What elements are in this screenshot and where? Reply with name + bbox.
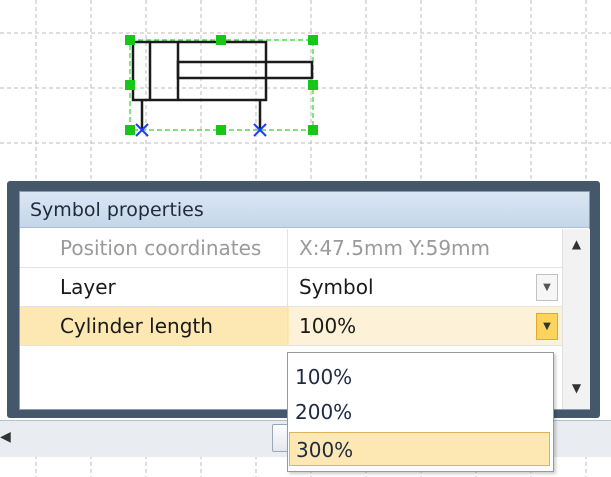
handle-icon	[308, 125, 318, 135]
property-value: X:47.5mm Y:59mm	[299, 236, 491, 260]
left-arrow-icon[interactable]: ◀	[0, 429, 11, 445]
cylinder-symbol[interactable]	[125, 35, 318, 137]
handle-icon	[308, 35, 318, 45]
dropdown-option-200[interactable]: 200%	[289, 395, 550, 429]
property-value: 100%	[299, 314, 357, 338]
chevron-down-icon[interactable]: ▼	[536, 274, 558, 301]
property-row-cylinder-length[interactable]: Cylinder length 100% ▼	[20, 307, 562, 346]
dropdown-option-100[interactable]: 100%	[289, 360, 550, 394]
handle-icon	[216, 125, 226, 135]
property-name: Layer	[20, 268, 288, 306]
panel-title: Symbol properties	[20, 192, 589, 228]
up-arrow-icon[interactable]: ▲	[563, 237, 590, 251]
property-name: Cylinder length	[20, 307, 288, 345]
down-arrow-icon[interactable]: ▼	[563, 381, 590, 395]
selection-box	[129, 39, 314, 131]
property-row-position: Position coordinates X:47.5mm Y:59mm	[20, 229, 562, 268]
selection-handles	[125, 35, 318, 135]
property-name: Position coordinates	[20, 229, 288, 267]
dropdown-option-300[interactable]: 300%	[289, 432, 550, 466]
cylinder-length-select[interactable]: 100% ▼	[289, 307, 562, 345]
layer-select[interactable]: Symbol ▼	[289, 268, 562, 306]
handle-icon	[308, 80, 318, 90]
vertical-scrollbar[interactable]: ▲ ▼	[562, 229, 590, 409]
property-row-layer[interactable]: Layer Symbol ▼	[20, 268, 562, 307]
chevron-down-icon[interactable]: ▼	[536, 313, 558, 340]
cylinder-length-dropdown[interactable]: 100% 200% 300%	[287, 352, 554, 472]
handle-icon	[216, 35, 226, 45]
handle-icon	[125, 125, 135, 135]
handle-icon	[125, 35, 135, 45]
property-value: Symbol	[299, 275, 374, 299]
handle-icon	[125, 80, 135, 90]
